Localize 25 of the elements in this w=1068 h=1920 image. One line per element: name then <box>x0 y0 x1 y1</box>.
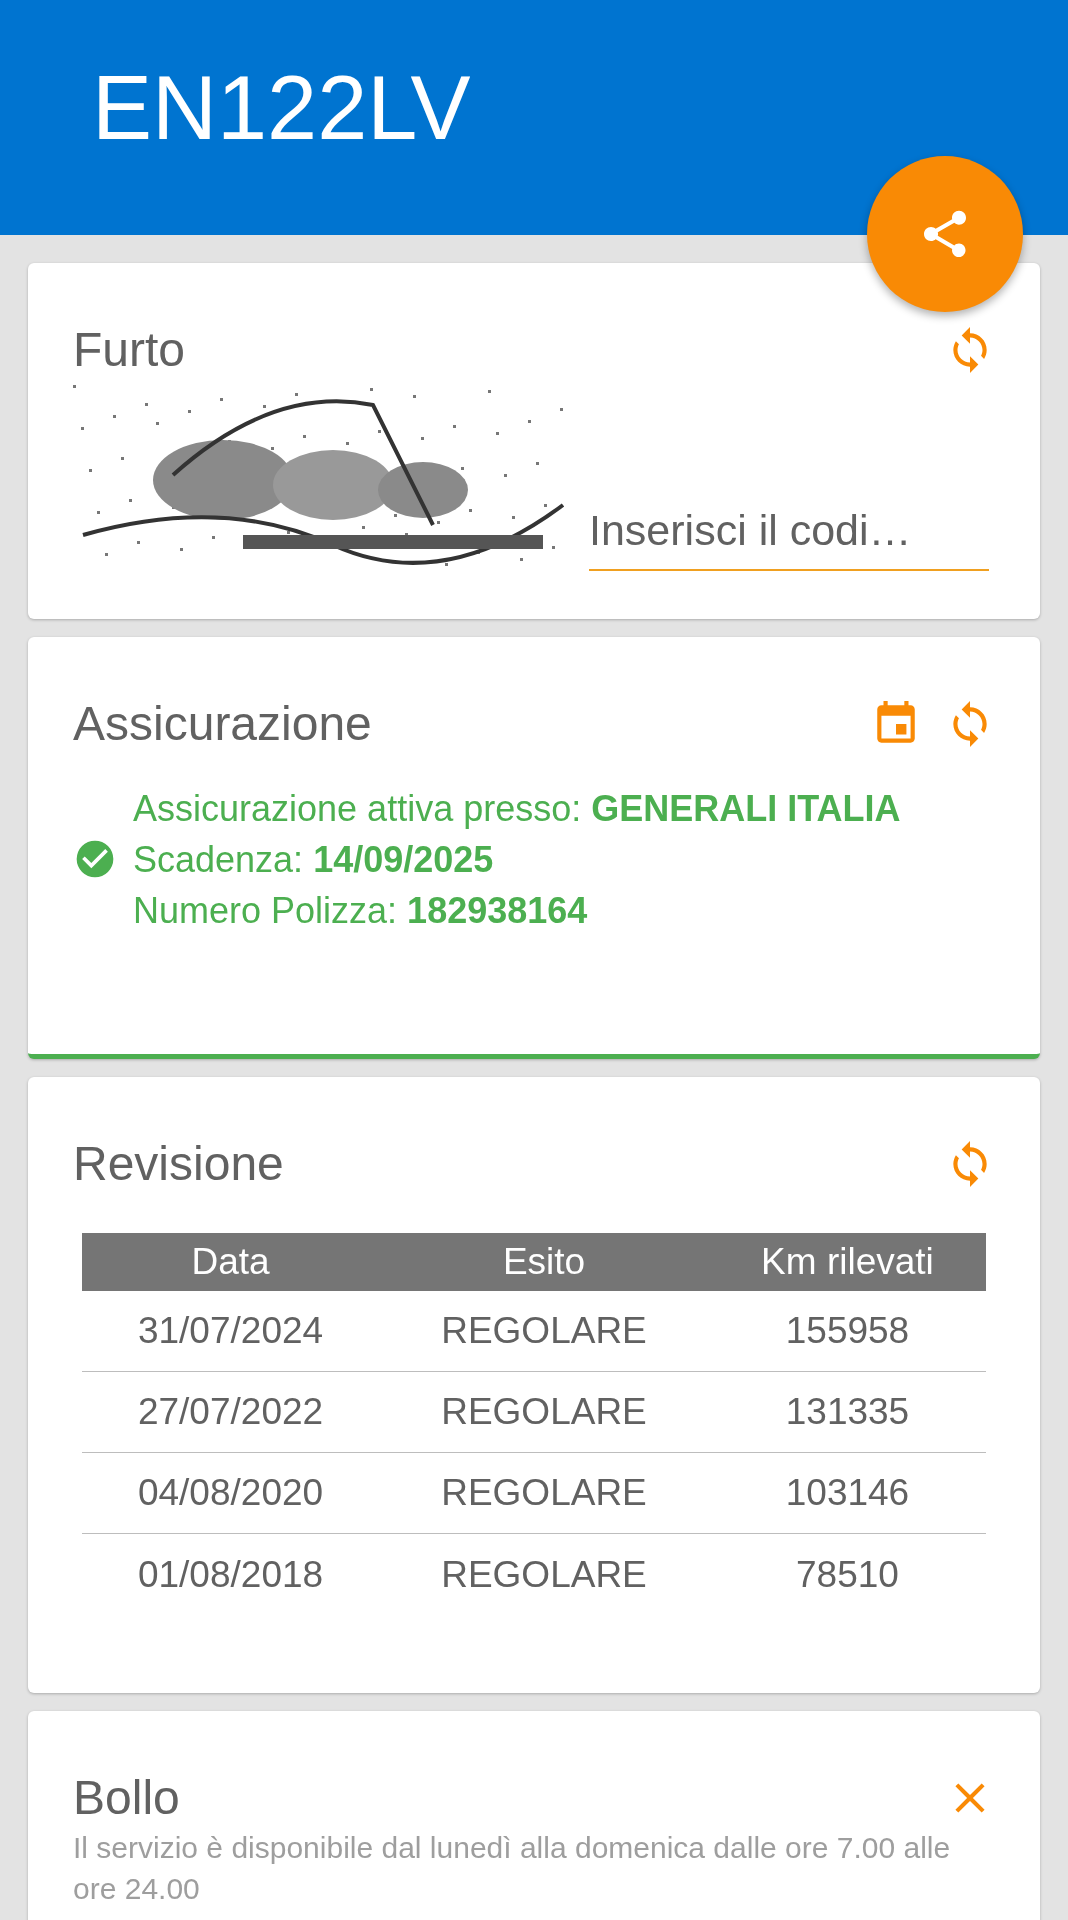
card-title: Furto <box>73 322 186 378</box>
table-cell: 155958 <box>708 1290 986 1372</box>
table-cell: 01/08/2018 <box>82 1533 380 1615</box>
insurance-info: Scadenza: 14/09/2025 <box>133 837 495 882</box>
card-title: Assicurazione <box>73 696 372 752</box>
table-cell: 78510 <box>708 1533 986 1615</box>
table-cell: 27/07/2022 <box>82 1371 380 1453</box>
table-cell: 103146 <box>708 1452 986 1534</box>
insurance-info: Numero Polizza: 182938164 <box>133 888 589 933</box>
code-field[interactable]: Inserisci il codi… <box>589 498 989 571</box>
column-header: Data <box>82 1232 380 1291</box>
table-cell: 04/08/2020 <box>82 1452 380 1534</box>
service-hours-text: Il servizio è disponibile dal lunedì alla domenica dalle ore 7.00 alle ore 24.00 <box>73 1829 952 1907</box>
column-header: Esito <box>379 1232 709 1291</box>
table-cell: 131335 <box>708 1371 986 1453</box>
table-cell: REGOLARE <box>379 1533 709 1615</box>
app-title: EN122LV <box>92 56 471 160</box>
insurance-info: Assicurazione attiva presso: GENERALI ITALIA <box>133 786 901 831</box>
table-cell: REGOLARE <box>379 1371 709 1453</box>
table-cell: 31/07/2024 <box>82 1290 380 1372</box>
table-cell: REGOLARE <box>379 1290 709 1372</box>
column-header: Km rilevati <box>708 1232 986 1291</box>
card-title: Bollo <box>73 1770 180 1826</box>
card-title: Revisione <box>73 1136 284 1192</box>
table-cell: REGOLARE <box>379 1452 709 1534</box>
